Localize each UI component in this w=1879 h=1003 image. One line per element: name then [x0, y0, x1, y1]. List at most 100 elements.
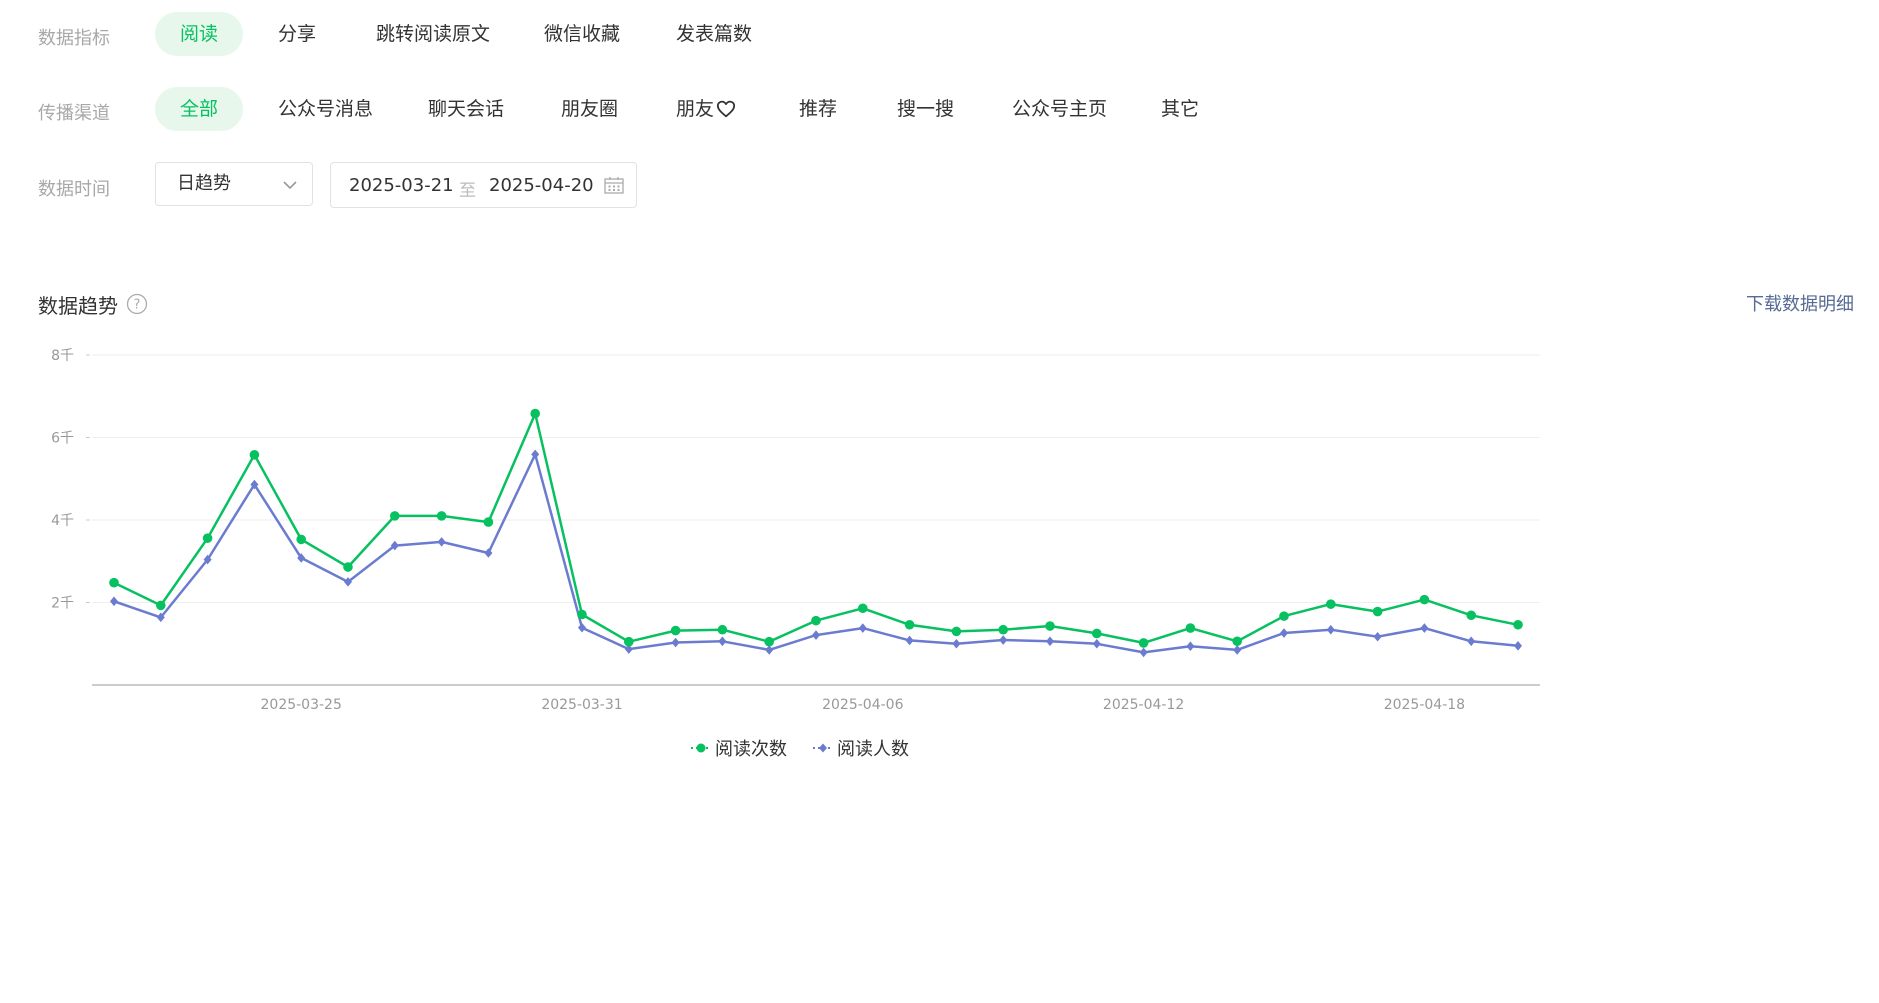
time-filter-label: 数据时间	[38, 179, 110, 200]
heart-icon	[716, 100, 736, 118]
legend-item-reads[interactable]: 阅读次数	[691, 735, 787, 761]
metric-option-share[interactable]: 分享	[253, 12, 341, 56]
data-point-reads	[1185, 623, 1196, 633]
data-point-reads	[1372, 606, 1383, 617]
data-point-reads	[530, 408, 540, 419]
data-point-readers	[905, 635, 914, 646]
y-tick-label: 4千	[51, 513, 74, 529]
legend-diamond-marker-icon	[813, 743, 833, 753]
metric-filter-label: 数据指标	[38, 28, 110, 49]
x-tick-label: 2025-04-18	[1384, 697, 1465, 713]
granularity-value: 日趋势	[177, 173, 231, 194]
data-point-reads	[1279, 611, 1289, 621]
metric-option-read[interactable]: 阅读	[155, 12, 244, 56]
data-point-reads	[904, 619, 915, 630]
data-point-reads	[249, 450, 260, 460]
channel-option-friends[interactable]: 朋友	[651, 87, 761, 131]
data-point-reads	[998, 624, 1008, 635]
calendar-icon[interactable]	[604, 176, 624, 194]
data-point-reads	[343, 562, 353, 572]
y-tick-label: 6千	[51, 431, 74, 447]
data-point-reads	[811, 615, 821, 626]
data-point-reads	[296, 534, 307, 545]
x-tick-label: 2025-03-31	[541, 697, 622, 713]
metric-option-read-original[interactable]: 跳转阅读原文	[351, 12, 515, 56]
data-point-readers	[1373, 631, 1382, 642]
data-point-reads	[1326, 599, 1336, 609]
legend-label-reads: 阅读次数	[715, 739, 787, 760]
end-date-input[interactable]: 2025-04-20	[489, 175, 594, 196]
data-point-readers	[1326, 624, 1335, 635]
channel-option-all[interactable]: 全部	[155, 87, 244, 131]
data-point-readers	[812, 630, 820, 640]
help-icon[interactable]: ?	[126, 293, 148, 315]
granularity-select[interactable]: 日趋势	[155, 162, 313, 206]
channel-filter-label: 传播渠道	[38, 103, 110, 124]
data-point-readers	[765, 645, 774, 655]
series-line-reads	[113, 412, 1519, 645]
data-point-readers	[1139, 647, 1148, 658]
data-point-reads	[390, 511, 400, 521]
data-point-reads	[951, 626, 962, 637]
channel-option-official-msg[interactable]: 公众号消息	[253, 87, 398, 131]
metric-option-favorite[interactable]: 微信收藏	[519, 12, 645, 56]
data-point-readers	[1467, 636, 1476, 647]
data-point-reads	[1232, 636, 1242, 647]
data-point-readers	[718, 636, 727, 647]
data-point-readers	[671, 637, 680, 648]
data-point-reads	[1419, 594, 1430, 605]
chevron-down-icon	[283, 181, 297, 190]
data-point-reads	[483, 517, 494, 527]
data-point-reads	[624, 636, 634, 647]
date-range-picker[interactable]: 2025-03-21 至 2025-04-20	[330, 162, 637, 208]
data-point-reads	[577, 609, 587, 620]
data-point-readers	[952, 638, 961, 649]
channel-option-other[interactable]: 其它	[1136, 87, 1224, 131]
data-point-reads	[1092, 628, 1102, 639]
data-point-reads	[717, 624, 728, 635]
channel-option-search[interactable]: 搜一搜	[872, 87, 979, 131]
data-point-readers	[1046, 636, 1054, 647]
legend-circle-marker-icon	[691, 743, 711, 753]
data-point-reads	[1466, 610, 1476, 621]
y-tick-label: 2千	[51, 596, 74, 612]
data-point-reads	[1045, 621, 1055, 631]
data-point-readers	[437, 537, 446, 547]
data-point-reads	[436, 511, 447, 521]
chart-legend: 阅读次数 阅读人数	[0, 735, 1600, 761]
data-point-readers	[1092, 638, 1101, 649]
channel-option-moments[interactable]: 朋友圈	[536, 87, 643, 131]
data-point-readers	[1233, 645, 1242, 655]
data-point-readers	[999, 635, 1008, 645]
channel-option-friends-label: 朋友	[676, 98, 715, 120]
x-tick-label: 2025-04-12	[1103, 697, 1184, 713]
data-point-reads	[764, 636, 774, 647]
trend-chart: 2千 4千 6千 8千 2025-03-25 2025-03-31 2025-04-06 20…	[51, 348, 1540, 713]
y-tick-label: 8千	[51, 348, 74, 364]
channel-option-chat[interactable]: 聊天会话	[403, 87, 529, 131]
data-point-reads	[156, 600, 166, 611]
data-point-reads	[670, 625, 681, 636]
date-separator: 至	[459, 181, 476, 201]
x-tick-label: 2025-03-25	[261, 697, 342, 713]
data-point-readers	[1514, 641, 1522, 651]
metric-option-posts[interactable]: 发表篇数	[651, 12, 777, 56]
legend-item-readers[interactable]: 阅读人数	[813, 735, 909, 761]
data-point-readers	[1280, 628, 1288, 638]
svg-text:?: ?	[134, 298, 141, 313]
channel-option-homepage[interactable]: 公众号主页	[987, 87, 1132, 131]
data-point-readers	[858, 623, 867, 633]
start-date-input[interactable]: 2025-03-21	[349, 175, 454, 196]
data-point-reads	[1513, 619, 1523, 630]
data-point-reads	[1138, 638, 1149, 648]
data-point-readers	[1186, 641, 1195, 652]
legend-label-readers: 阅读人数	[837, 739, 909, 760]
section-title: 数据趋势	[38, 294, 118, 318]
data-point-reads	[202, 533, 213, 543]
channel-option-recommend[interactable]: 推荐	[774, 87, 862, 131]
x-tick-label: 2025-04-06	[822, 697, 903, 713]
data-point-reads	[109, 577, 119, 588]
data-point-readers	[1420, 623, 1429, 633]
data-point-reads	[858, 603, 868, 614]
download-data-link[interactable]: 下载数据明细	[1746, 290, 1854, 316]
